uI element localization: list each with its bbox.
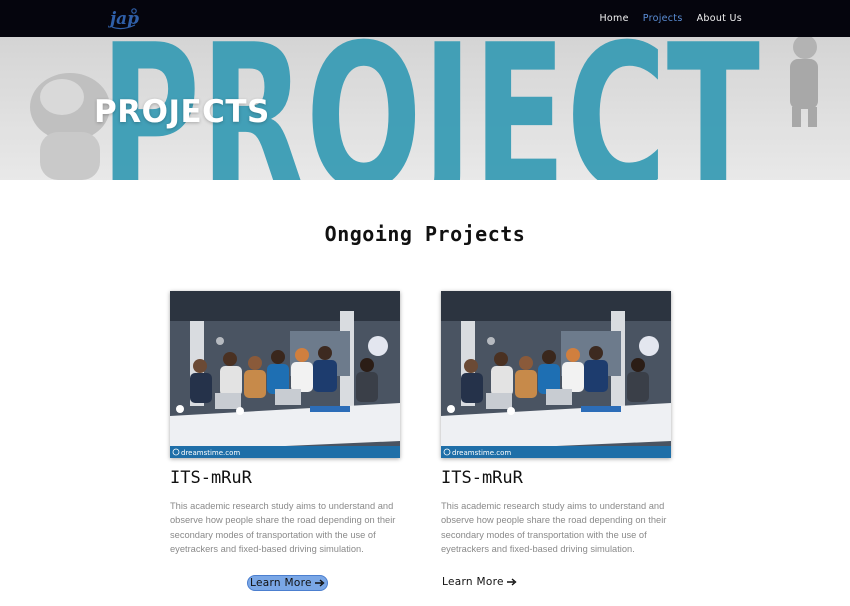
project-title: ITS-mRuR: [441, 468, 523, 488]
section-title: Ongoing Projects: [324, 222, 526, 246]
nav-links: Home Projects About Us: [599, 0, 742, 37]
nav-link-home[interactable]: Home: [599, 13, 628, 24]
team-meeting-photo: dreamstime.com: [170, 291, 400, 458]
project-image: dreamstime.com: [441, 291, 671, 458]
site-logo[interactable]: jap: [107, 3, 140, 33]
project-image: dreamstime.com: [170, 291, 400, 458]
hero-banner: PROJECT ​ PROJECTS: [0, 37, 850, 180]
arrow-right-icon: [314, 579, 325, 587]
project-title: ITS-mRuR: [170, 468, 252, 488]
team-meeting-photo: dreamstime.com: [441, 291, 671, 458]
hero-title: PROJECTS: [94, 94, 270, 130]
learn-more-button[interactable]: Learn More: [247, 575, 328, 591]
learn-more-button[interactable]: Learn More: [442, 576, 517, 588]
nav-link-projects[interactable]: Projects: [643, 13, 683, 24]
learn-more-label: Learn More: [250, 577, 312, 589]
learn-more-label: Learn More: [442, 576, 504, 588]
svg-text:dreamstime.com: dreamstime.com: [452, 449, 511, 457]
svg-text:dreamstime.com: dreamstime.com: [181, 449, 240, 457]
navbar: jap Home Projects About Us: [0, 0, 850, 37]
project-description: This academic research study aims to und…: [170, 501, 396, 554]
arrow-right-icon: [506, 578, 517, 586]
project-description: This academic research study aims to und…: [441, 501, 667, 554]
project-card: dreamstime.com ITS-mRuR This academic re…: [441, 291, 671, 556]
nav-link-about-us[interactable]: About Us: [697, 13, 742, 24]
project-card: dreamstime.com ITS-mRuR This academic re…: [170, 291, 400, 556]
logo-icon: jap: [107, 8, 139, 30]
svg-text:jap: jap: [108, 9, 139, 29]
